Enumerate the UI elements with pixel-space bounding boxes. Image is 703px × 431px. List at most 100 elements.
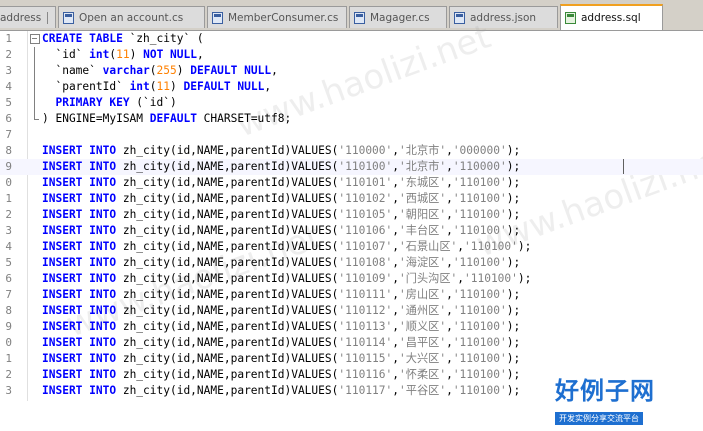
code-text: ); bbox=[506, 176, 521, 189]
keyword: INSERT INTO bbox=[42, 384, 117, 397]
code-text: zh_city(id,NAME,parentId)VALUES( bbox=[116, 256, 339, 269]
keyword: DEFAULT NULL bbox=[190, 64, 272, 77]
code-text: zh_city(id,NAME,parentId)VALUES( bbox=[116, 240, 339, 253]
code-line: 3 `name` varchar(255) DEFAULT NULL, bbox=[0, 63, 703, 79]
code-text: zh_city(id,NAME,parentId)VALUES( bbox=[116, 368, 339, 381]
tab-magager[interactable]: Magager.cs bbox=[349, 6, 447, 28]
code-text: ); bbox=[506, 304, 521, 317]
code-line: 9 INSERT INTO zh_city(id,NAME,parentId)VA… bbox=[0, 319, 703, 335]
code-text: ) bbox=[129, 48, 144, 61]
code-text: `id` bbox=[42, 48, 90, 61]
line-number: 0 bbox=[5, 176, 12, 189]
code-text: , bbox=[196, 48, 204, 61]
string-literal: '110000' bbox=[338, 144, 393, 157]
code-text: zh_city(id,NAME,parentId)VALUES( bbox=[116, 224, 339, 237]
line-number: 5 bbox=[5, 96, 12, 109]
keyword: INSERT INTO bbox=[42, 336, 117, 349]
comma: , bbox=[392, 224, 400, 237]
code-text: zh_city(id,NAME,parentId)VALUES( bbox=[116, 160, 339, 173]
code-text: ); bbox=[506, 224, 521, 237]
line-number: 8 bbox=[5, 304, 12, 317]
string-literal: '110100' bbox=[452, 336, 507, 349]
code-text: `parentId` bbox=[42, 80, 130, 93]
code-line: 0 INSERT INTO zh_city(id,NAME,parentId)VA… bbox=[0, 175, 703, 191]
line-number: 3 bbox=[5, 224, 12, 237]
comma: , bbox=[446, 288, 453, 301]
fold-line bbox=[30, 63, 40, 79]
tab-label: address bbox=[0, 11, 42, 24]
tab-address-sql[interactable]: address.sql bbox=[560, 4, 663, 30]
code-editor[interactable]: www.haolizi.net www.haolizi.net www.haol… bbox=[0, 17, 703, 425]
tab-separator bbox=[39, 11, 49, 24]
comma: , bbox=[457, 272, 464, 285]
line-number: 1 bbox=[5, 192, 12, 205]
tab-member-consumer[interactable]: MemberConsumer.cs bbox=[207, 6, 347, 28]
comma: , bbox=[446, 320, 453, 333]
tab-open-an-account[interactable]: Open an account.cs bbox=[58, 6, 205, 28]
string-literal: '110100' bbox=[452, 368, 507, 381]
comma: , bbox=[446, 176, 453, 189]
code-line: 5 INSERT INTO zh_city(id,NAME,parentId)VA… bbox=[0, 255, 703, 271]
string-literal: '110100' bbox=[452, 192, 507, 205]
string-literal: '110111' bbox=[338, 288, 393, 301]
tab-label: MemberConsumer.cs bbox=[228, 11, 339, 24]
keyword: INSERT INTO bbox=[42, 288, 117, 301]
string-literal: '110101' bbox=[338, 176, 393, 189]
line-number: 0 bbox=[5, 336, 12, 349]
line-number: 2 bbox=[5, 368, 12, 381]
comma: , bbox=[392, 304, 400, 317]
code-text: ); bbox=[506, 384, 521, 397]
string-literal: '110100' bbox=[452, 224, 507, 237]
comma: , bbox=[392, 256, 400, 269]
code-line: 6 INSERT INTO zh_city(id,NAME,parentId)VA… bbox=[0, 271, 703, 287]
string-literal: '平谷区' bbox=[399, 384, 447, 397]
code-text: (`id`) bbox=[129, 96, 177, 109]
keyword: DEFAULT NULL bbox=[183, 80, 265, 93]
line-number: 3 bbox=[5, 64, 12, 77]
code-text: `zh_city` ( bbox=[122, 32, 204, 45]
line-number: 1 bbox=[5, 352, 12, 365]
comma: , bbox=[446, 368, 453, 381]
string-literal: '110102' bbox=[338, 192, 393, 205]
fold-line bbox=[30, 79, 40, 95]
tab-label: address.sql bbox=[581, 12, 641, 24]
string-literal: '110100' bbox=[452, 208, 507, 221]
code-line: 8 INSERT INTO zh_city(id,NAME,parentId)VA… bbox=[0, 303, 703, 319]
string-literal: '110109' bbox=[338, 272, 393, 285]
string-literal: '丰台区' bbox=[399, 224, 447, 237]
fold-toggle-icon[interactable] bbox=[30, 31, 40, 47]
string-literal: '东城区' bbox=[399, 176, 447, 189]
string-literal: '北京市' bbox=[399, 160, 447, 173]
number-literal: 11 bbox=[156, 80, 171, 93]
string-literal: '110100' bbox=[452, 352, 507, 365]
code-line: 8 INSERT INTO zh_city(id,NAME,parentId)VA… bbox=[0, 143, 703, 159]
string-literal: '110100' bbox=[452, 384, 507, 397]
keyword: INSERT INTO bbox=[42, 368, 117, 381]
keyword: INSERT INTO bbox=[42, 160, 117, 173]
comma: , bbox=[392, 192, 400, 205]
code-text: ) bbox=[176, 64, 191, 77]
number-literal: 11 bbox=[116, 48, 130, 61]
tab-address[interactable]: address bbox=[0, 6, 56, 28]
code-text: `name` bbox=[42, 64, 103, 77]
string-literal: '110116' bbox=[338, 368, 393, 381]
comma: , bbox=[392, 208, 400, 221]
keyword: CREATE TABLE bbox=[42, 32, 123, 45]
keyword: NOT NULL bbox=[143, 48, 197, 61]
comma: , bbox=[446, 208, 453, 221]
tab-label: Open an account.cs bbox=[79, 11, 184, 24]
file-icon bbox=[454, 11, 465, 24]
string-literal: '110100' bbox=[452, 304, 507, 317]
code-text: , bbox=[264, 80, 272, 93]
string-literal: '110114' bbox=[338, 336, 393, 349]
code-text: ); bbox=[506, 352, 521, 365]
text-caret bbox=[623, 159, 624, 174]
string-literal: '通州区' bbox=[399, 304, 447, 317]
comma: , bbox=[392, 384, 400, 397]
line-number: 1 bbox=[5, 32, 12, 45]
number-literal: 255 bbox=[156, 64, 177, 77]
keyword: INSERT INTO bbox=[42, 272, 117, 285]
code-line: 4 `parentId` int(11) DEFAULT NULL, bbox=[0, 79, 703, 95]
comma: , bbox=[446, 192, 453, 205]
string-literal: '110107' bbox=[338, 240, 393, 253]
